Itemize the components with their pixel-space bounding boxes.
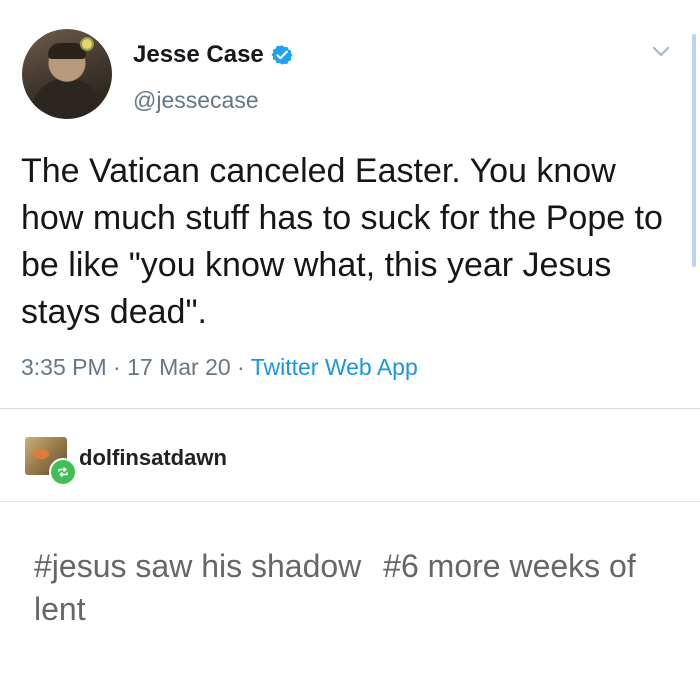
divider (0, 501, 700, 502)
tag-item[interactable]: #jesus saw his shadow (34, 548, 361, 584)
author-name-row[interactable]: Jesse Case (133, 41, 293, 69)
avatar-flower (82, 39, 92, 49)
author-name[interactable]: Jesse Case (133, 41, 264, 69)
tweet-source-link[interactable]: Twitter Web App (251, 354, 418, 380)
verified-badge-icon (271, 45, 293, 65)
chevron-down-icon[interactable] (651, 45, 671, 59)
author-handle[interactable]: @jessecase (133, 87, 259, 114)
meta-separator: · (106, 354, 128, 380)
tag-list: #jesus saw his shadow #6 more weeks of l… (34, 545, 694, 631)
tweet-text: The Vatican canceled Easter. You know ho… (21, 152, 663, 331)
divider (0, 408, 700, 409)
scrollbar[interactable] (692, 34, 696, 267)
tweet-time[interactable]: 3:35 PM (21, 354, 107, 380)
meta-separator: · (230, 354, 251, 380)
avatar-detail (33, 449, 49, 459)
tweet-meta: 3:35 PM · 17 Mar 20 · Twitter Web App (21, 354, 418, 381)
reblogger-username[interactable]: dolfinsatdawn (79, 445, 227, 471)
avatar-hair (48, 43, 86, 59)
tweet-date[interactable]: 17 Mar 20 (127, 354, 231, 380)
reblog-icon (49, 458, 77, 486)
author-avatar[interactable] (22, 29, 112, 119)
